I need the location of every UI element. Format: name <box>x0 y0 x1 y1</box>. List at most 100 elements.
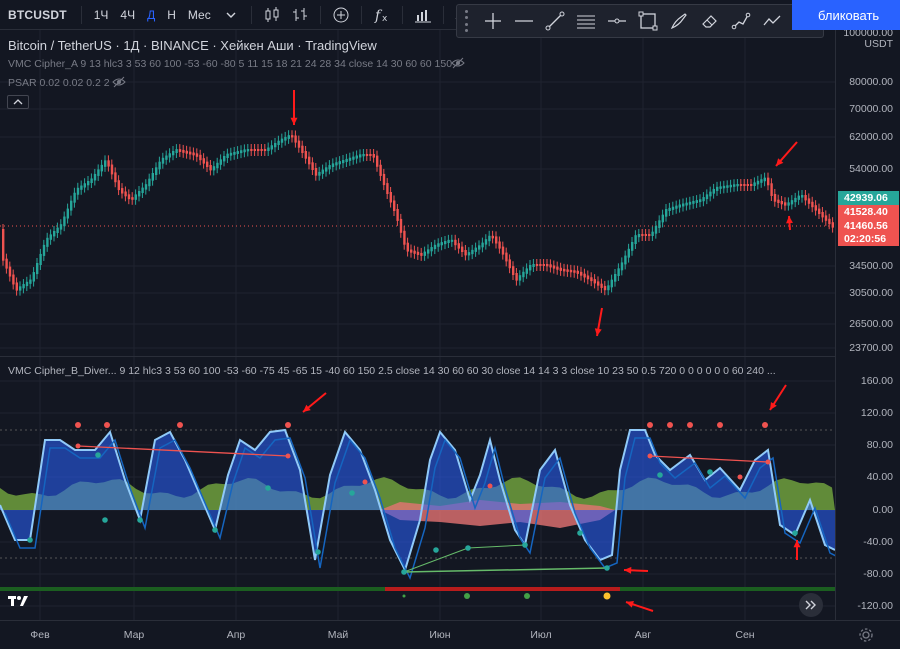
candle-body <box>491 235 494 239</box>
candle-body <box>641 234 644 236</box>
candle-body <box>413 250 416 254</box>
candle-body <box>19 286 22 291</box>
candle-body <box>243 149 246 153</box>
candle-body <box>59 224 63 230</box>
candle-body <box>634 235 637 244</box>
candle-body <box>250 149 253 151</box>
candle-body <box>590 277 593 282</box>
osc-axis-label: -40.00 <box>863 536 893 548</box>
sell-dot <box>647 453 653 459</box>
candle-body <box>580 271 583 276</box>
signal-dot <box>464 593 470 599</box>
candle-body <box>263 149 267 151</box>
candle-body <box>206 161 209 167</box>
candle-body <box>746 184 749 186</box>
osc-axis-label: 160.00 <box>860 375 893 387</box>
candle-body <box>365 154 369 156</box>
candle-body <box>39 253 42 265</box>
path-icon[interactable] <box>725 6 756 36</box>
candle-body <box>314 168 318 176</box>
indicator-legend-cipher-b[interactable]: VMC Cipher_B_Diver... 9 12 hlc3 3 53 60 … <box>8 365 776 377</box>
main-series-legend[interactable]: Bitcoin / TetherUS · 1Д · BINANCE · Хейк… <box>8 38 377 53</box>
candle-body <box>277 140 280 145</box>
buy-dot <box>349 490 355 496</box>
candle-body <box>15 282 18 291</box>
candle-body <box>807 198 811 204</box>
indicator-legend-cipher-a[interactable]: VMC Cipher_A 9 13 hlc3 3 53 60 100 -53 -… <box>8 58 452 70</box>
candle-body <box>141 187 144 193</box>
candle-body <box>532 264 535 267</box>
parallel-channel-icon[interactable] <box>570 6 601 36</box>
chart-canvas[interactable] <box>0 0 835 620</box>
crosshair-icon[interactable] <box>477 6 508 36</box>
bullish-divergence-line <box>467 544 526 549</box>
rectangle-icon[interactable] <box>632 6 663 36</box>
candle-body <box>773 193 777 202</box>
candle-body <box>457 243 460 249</box>
candle-body <box>124 191 127 197</box>
time-axis[interactable]: Фев Мар Апр Май Июн Июл Авг Сен <box>0 620 900 649</box>
settings-gear-icon[interactable] <box>858 627 874 643</box>
brush-icon[interactable] <box>663 6 694 36</box>
drawing-toolbar[interactable] <box>456 4 824 38</box>
candle-body <box>546 264 549 267</box>
candle-body <box>440 242 443 246</box>
candle-body <box>192 152 195 156</box>
horizontal-ray-icon[interactable] <box>508 6 539 36</box>
candle-body <box>739 184 743 186</box>
signal-dot <box>524 593 530 599</box>
buy-dot <box>27 537 33 543</box>
annotation-arrow-head <box>624 566 632 574</box>
candle-body <box>304 151 307 159</box>
candle-body <box>393 200 396 211</box>
polyline-icon[interactable] <box>756 6 787 36</box>
candle-body <box>665 209 668 217</box>
candle-body <box>607 285 610 291</box>
annotation-arrow-head <box>626 600 634 608</box>
candle-body <box>787 202 790 206</box>
indicator-legend-psar[interactable]: PSAR 0.02 0.02 0.2 2 <box>8 77 110 89</box>
candle-body <box>722 185 726 189</box>
candle-body <box>158 161 161 170</box>
candle-body <box>797 195 800 200</box>
candle-body <box>2 229 5 261</box>
candle-body <box>195 153 199 157</box>
price-tag: 41460.56 <box>838 219 899 233</box>
osc-axis-label: 120.00 <box>860 407 893 419</box>
candle-body <box>518 275 522 281</box>
eraser-icon[interactable] <box>694 6 725 36</box>
hide-eye-icon[interactable] <box>112 76 126 88</box>
trend-line-icon[interactable] <box>539 6 570 36</box>
bullish-divergence-line <box>403 567 608 573</box>
candle-body <box>488 235 491 242</box>
candle-body <box>87 181 90 186</box>
candle-body <box>355 155 358 159</box>
candle-body <box>56 227 59 233</box>
publish-button[interactable]: бликовать <box>792 0 900 30</box>
candle-body <box>627 248 630 258</box>
bearish-divergence-line <box>649 455 769 463</box>
drag-handle-icon[interactable] <box>461 10 471 32</box>
candle-body <box>437 243 440 247</box>
collapse-legend-button[interactable] <box>7 95 29 109</box>
candle-body <box>389 192 392 203</box>
horizontal-line-icon[interactable] <box>601 6 632 36</box>
buy-dot <box>95 452 101 458</box>
candle-body <box>471 249 474 255</box>
candle-body <box>301 145 304 153</box>
annotation-arrow-head <box>594 328 602 336</box>
price-axis[interactable]: 100000.00 USDT 80000.00 70000.00 62000.0… <box>835 27 900 620</box>
scroll-to-realtime-button[interactable] <box>799 593 823 617</box>
candle-body <box>121 188 124 194</box>
candle-body <box>736 184 739 187</box>
candle-body <box>784 202 787 206</box>
candle-body <box>253 149 256 151</box>
tradingview-logo-icon[interactable] <box>8 594 30 612</box>
hide-eye-icon[interactable] <box>451 57 465 69</box>
pane-separator[interactable] <box>0 356 835 357</box>
candle-body <box>535 264 539 266</box>
time-axis-label: Авг <box>634 629 652 641</box>
currency-label[interactable]: USDT <box>864 38 893 50</box>
candle-body <box>654 226 658 234</box>
candle-body <box>165 155 168 160</box>
